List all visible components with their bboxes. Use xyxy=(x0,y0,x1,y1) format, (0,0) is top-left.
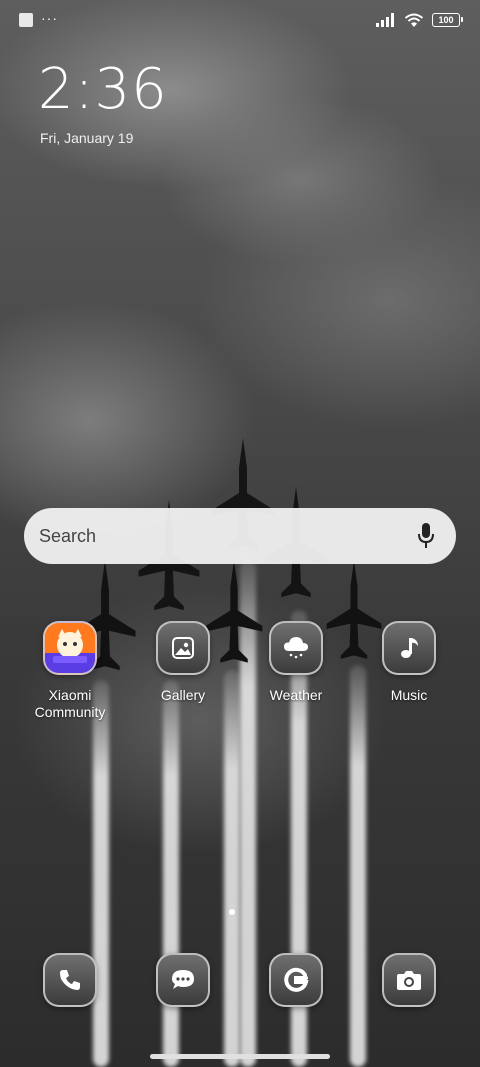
messages-icon xyxy=(156,953,210,1007)
contrail xyxy=(163,680,179,1067)
battery-level: 100 xyxy=(438,15,454,25)
gallery-icon xyxy=(156,621,210,675)
xiaomi-community-icon xyxy=(43,621,97,675)
app-label: Music xyxy=(390,687,428,703)
dock-camera[interactable] xyxy=(382,953,436,1007)
search-placeholder: Search xyxy=(39,525,97,546)
contrail xyxy=(350,665,366,1067)
dock-messages[interactable] xyxy=(156,953,210,1007)
app-label: Gallery xyxy=(160,687,206,703)
dock-phone[interactable] xyxy=(43,953,97,1007)
battery-icon: 100 xyxy=(432,13,463,27)
signal-icon xyxy=(376,13,394,27)
browser-icon xyxy=(269,953,323,1007)
contrail xyxy=(93,680,109,1067)
dock-browser[interactable] xyxy=(269,953,323,1007)
more-notifications-icon: ··· xyxy=(41,10,58,26)
status-bar: ··· 100 xyxy=(0,0,480,42)
app-gallery[interactable]: Gallery xyxy=(133,621,233,704)
app-xiaomi-community[interactable]: Xiaomi Community xyxy=(20,621,120,721)
app-weather[interactable]: Weather xyxy=(246,621,346,704)
app-label: Weather xyxy=(269,687,323,703)
microphone-icon[interactable] xyxy=(414,522,438,550)
phone-icon xyxy=(43,953,97,1007)
date-label[interactable]: Fri, January 19 xyxy=(40,130,133,146)
clock-time[interactable]: 2:36 xyxy=(38,58,168,122)
app-music[interactable]: Music xyxy=(359,621,459,704)
app-label: Xiaomi Community xyxy=(34,687,106,720)
notification-icon xyxy=(19,13,33,27)
search-bar[interactable]: Search xyxy=(24,508,456,564)
weather-icon xyxy=(269,621,323,675)
home-indicator[interactable] xyxy=(150,1054,330,1059)
contrail xyxy=(224,670,240,1067)
page-indicator xyxy=(229,909,235,915)
camera-icon xyxy=(382,953,436,1007)
music-icon xyxy=(382,621,436,675)
wifi-icon xyxy=(404,13,424,27)
